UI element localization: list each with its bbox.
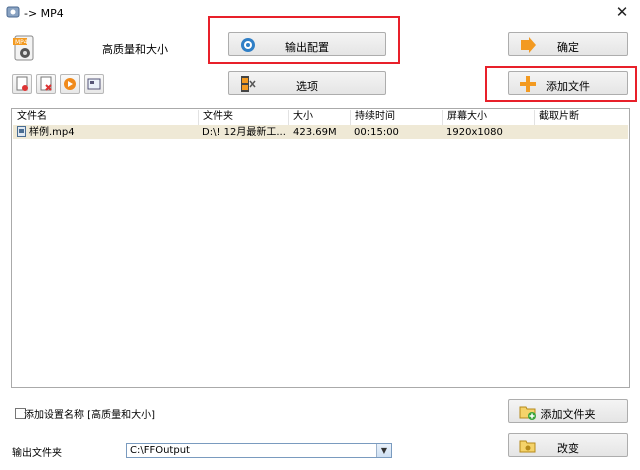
add-item-button[interactable]: [12, 74, 32, 94]
add-folder-button[interactable]: 添加文件夹: [508, 399, 628, 423]
file-list[interactable]: 文件名 文件夹 大小 持续时间 屏幕大小 截取片断 样例.mp4 D:\! 12…: [11, 108, 630, 388]
ok-button[interactable]: 确定: [508, 32, 628, 56]
window-title: -> MP4: [24, 7, 64, 20]
row-clip: [538, 126, 626, 139]
play-button[interactable]: [60, 74, 80, 94]
output-folder-label: 输出文件夹: [12, 448, 62, 459]
preset-label: 高质量和大小: [102, 43, 168, 56]
save-setting-label[interactable]: 添加设置名称 [高质量和大小]: [24, 406, 155, 421]
row-duration: 00:15:00: [354, 127, 399, 138]
preview-button[interactable]: [84, 74, 104, 94]
change-label: 改变: [557, 442, 579, 455]
column-header-clip[interactable]: 截取片断: [535, 110, 628, 125]
add-item-icon: [16, 76, 28, 91]
add-folder-label: 添加文件夹: [540, 408, 596, 421]
highlight-box-add-file: [485, 66, 637, 102]
app-icon: [6, 6, 20, 18]
column-header-size[interactable]: 大小: [289, 110, 351, 125]
change-button[interactable]: 改变: [508, 433, 628, 457]
row-filename: 样例.mp4: [29, 127, 75, 138]
column-header-filename[interactable]: 文件名: [13, 110, 199, 125]
row-size: 423.69M: [293, 127, 337, 138]
highlight-box-output-config: [208, 16, 400, 64]
options-button[interactable]: 选项: [228, 71, 386, 95]
output-folder-select[interactable]: C:\FFOutput ▼: [126, 443, 392, 458]
preview-icon: [87, 78, 101, 90]
play-icon: [64, 78, 76, 90]
column-header-duration[interactable]: 持续时间: [351, 110, 443, 125]
column-header-folder[interactable]: 文件夹: [199, 110, 289, 125]
column-header-screen-size[interactable]: 屏幕大小: [443, 110, 535, 125]
row-folder: D:\! 12月最新工...: [202, 127, 286, 138]
output-folder-value: C:\FFOutput: [130, 445, 190, 456]
close-button[interactable]: ✕: [612, 3, 632, 21]
row-screen-size: 1920x1080: [446, 127, 503, 138]
svg-text:MP4: MP4: [15, 39, 28, 46]
ok-label: 确定: [557, 41, 579, 54]
mp4-film-icon: MP4: [12, 34, 38, 62]
options-label: 选项: [296, 80, 318, 93]
remove-item-icon: [40, 76, 52, 91]
video-file-icon: [17, 126, 27, 139]
chevron-down-icon[interactable]: ▼: [376, 444, 391, 457]
remove-item-button[interactable]: [36, 74, 56, 94]
